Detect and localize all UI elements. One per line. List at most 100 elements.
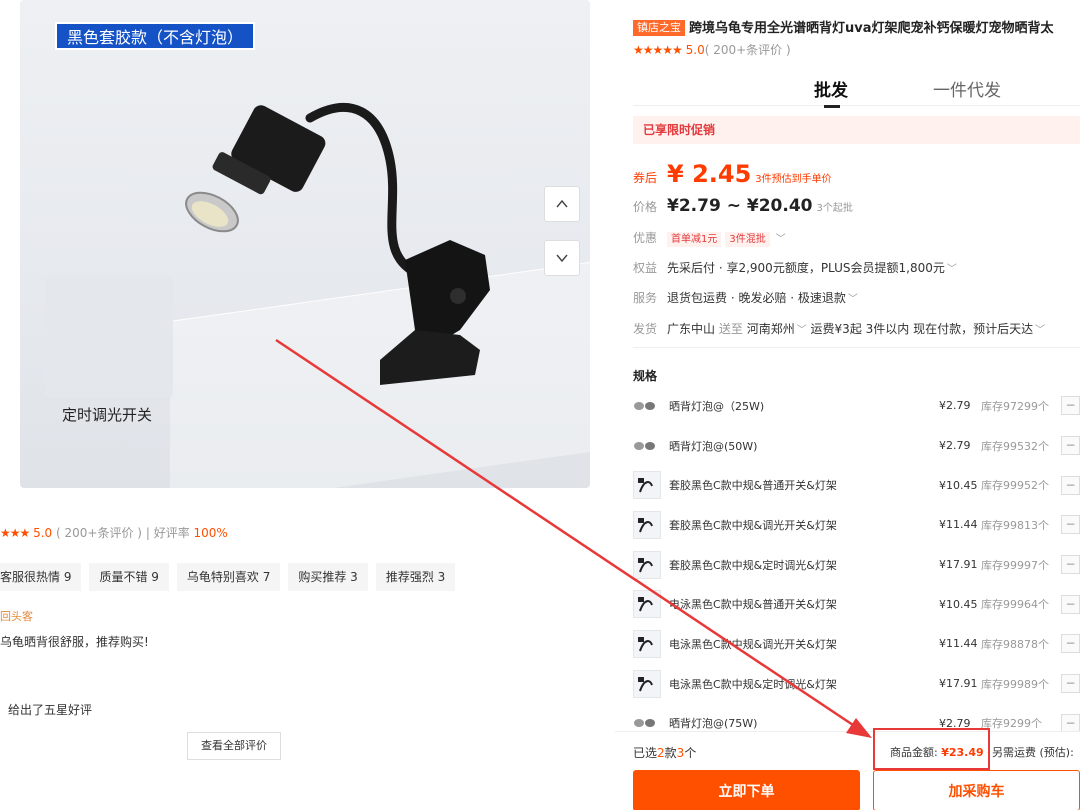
rating-score: 5.0 — [33, 526, 53, 540]
good-rate-value: 100% — [193, 526, 228, 540]
chevron-down-icon[interactable]: ﹀ — [797, 325, 807, 336]
total-amount: 商品金额: ¥23.49 — [890, 744, 984, 760]
product-rating: ★★★★★ 5.0( 200+条评价 ) — [633, 41, 791, 58]
quantity-decrease-button[interactable]: − — [1061, 436, 1080, 456]
image-scroll-up-button[interactable] — [544, 186, 580, 222]
review-rating-row: ★★★ 5.0 ( 200+条评价 ) | 好评率 100% — [0, 524, 228, 541]
spec-price: ¥11.44 — [939, 518, 978, 532]
bulb-icon — [633, 715, 657, 731]
quantity-decrease-button[interactable]: − — [1061, 634, 1080, 654]
chevron-down-icon[interactable]: ﹀ — [947, 264, 957, 275]
spec-row[interactable]: 晒背灯泡@(50W) ¥2.79 库存99532个 − — [633, 426, 1080, 466]
spec-stock: 库存99532个 — [981, 439, 1049, 453]
shipping-fee: 运费¥3起 — [810, 322, 862, 336]
coupon-price-label: 券后 — [633, 171, 658, 185]
review-tag[interactable]: 推荐强烈 3 — [375, 563, 456, 591]
spec-name: 电泳黑色C款中规&定时调光&灯架 — [669, 677, 837, 691]
tab-dropship[interactable]: 一件代发 — [933, 76, 1001, 101]
add-to-cart-button[interactable]: 加采购车 — [873, 770, 1080, 810]
chevron-down-icon[interactable]: ﹀ — [1035, 325, 1045, 336]
variant-badge: 黑色套胶款（不含灯泡） — [55, 22, 256, 50]
checkout-bar: 已选2款3个 商品金额: ¥23.49 另需运费 (预估): 立即下单 加采购车 — [615, 728, 1080, 810]
review-footer: 给出了五星好评 — [8, 703, 93, 717]
spec-price: ¥17.91 — [939, 558, 978, 572]
spec-stock: 库存99997个 — [981, 558, 1049, 572]
spec-row[interactable]: 电泳黑色C款中规&定时调光&灯架 ¥17.91 库存99989个 − — [633, 664, 1080, 704]
chevron-down-icon[interactable]: ﹀ — [848, 294, 858, 305]
rights-label: 权益 — [633, 261, 658, 275]
quantity-decrease-button[interactable]: − — [1061, 674, 1080, 694]
product-score: 5.0 — [685, 43, 705, 57]
ship-to-selector[interactable]: 河南郑州 — [747, 322, 795, 336]
review-tag[interactable]: 客服很热情 9 — [0, 563, 82, 591]
rating-stars: ★★★ — [0, 526, 30, 540]
quantity-decrease-button[interactable]: − — [1061, 396, 1080, 416]
switch-detail-inset — [45, 277, 173, 397]
spec-title: 规格 — [633, 369, 658, 383]
chevron-down-icon[interactable]: ﹀ — [776, 234, 786, 245]
service-text: 退货包运费 · 晚发必赔 · 极速退款 — [667, 291, 846, 305]
spec-name: 套胶黑色C款中规&普通开关&灯架 — [669, 479, 837, 493]
rating-count[interactable]: ( 200+条评价 ) — [56, 526, 142, 540]
lamp-icon — [633, 629, 661, 658]
spec-stock: 库存97299个 — [981, 399, 1049, 413]
quantity-decrease-button[interactable]: − — [1061, 475, 1080, 495]
quantity-decrease-button[interactable]: − — [1061, 515, 1080, 535]
spec-price: ¥2.79 — [939, 439, 971, 453]
lamp-icon — [633, 471, 661, 500]
quantity-decrease-button[interactable]: − — [1061, 713, 1080, 733]
spec-name: 晒背灯泡@(75W) — [669, 717, 758, 731]
lamp-icon — [633, 550, 661, 579]
selected-kinds: 2 — [657, 746, 665, 760]
product-page: 黑色套胶款（不含灯泡） 定时调光开关 ★★★ 5.0 ( 200+条评价 ) |… — [0, 0, 1080, 810]
spec-stock: 库存99952个 — [981, 479, 1049, 493]
product-review-count[interactable]: ( 200+条评价 ) — [705, 43, 791, 57]
selected-mid: 款 — [664, 746, 677, 760]
spec-row[interactable]: 套胶黑色C款中规&普通开关&灯架 ¥10.45 库存99952个 − — [633, 465, 1080, 505]
discount-row[interactable]: 优惠 首单减1元 3件混批 ﹀ — [633, 229, 786, 247]
promo-bar: 已享限时促销 — [633, 116, 1080, 144]
lamp-icon — [633, 669, 661, 698]
review-tag[interactable]: 购买推荐 3 — [288, 563, 368, 591]
review-text: 乌龟晒背很舒服，推荐购买! — [0, 635, 149, 649]
buy-now-button[interactable]: 立即下单 — [633, 770, 860, 810]
product-main-image[interactable]: 黑色套胶款（不含灯泡） 定时调光开关 — [20, 0, 590, 488]
service-row[interactable]: 服务 退货包运费 · 晚发必赔 · 极速退款 ﹀ — [633, 289, 858, 306]
spec-name: 晒背灯泡@(50W) — [669, 439, 758, 453]
total-value: ¥23.49 — [941, 746, 984, 759]
spec-price: ¥11.44 — [939, 637, 978, 651]
min-order-note: 3个起批 — [816, 203, 853, 214]
coupon-price-note: 3件预估到手单价 — [755, 174, 832, 185]
tab-wholesale[interactable]: 批发 — [814, 76, 848, 108]
spec-row[interactable]: 电泳黑色C款中规&普通开关&灯架 ¥10.45 库存99964个 − — [633, 584, 1080, 624]
spec-price: ¥10.45 — [939, 478, 978, 492]
view-all-reviews-button[interactable]: 查看全部评价 — [187, 732, 281, 760]
review-tags: 客服很热情 9 质量不错 9 乌龟特别喜欢 7 购买推荐 3 推荐强烈 3 — [0, 563, 456, 591]
review-tag[interactable]: 乌龟特别喜欢 7 — [176, 563, 281, 591]
product-stars: ★★★★★ — [633, 43, 683, 57]
spec-stock: 库存99813个 — [981, 518, 1049, 532]
image-scroll-down-button[interactable] — [544, 240, 580, 276]
extra-shipping-note: 另需运费 (预估): — [992, 746, 1074, 759]
rights-text: 先采后付 · 享2,900元额度，PLUS会员提额1,800元 — [667, 261, 945, 275]
review-tag[interactable]: 质量不错 9 — [89, 563, 169, 591]
price-range: ¥2.79 ~ ¥20.40 — [667, 196, 813, 216]
spec-name: 晒背灯泡@（25W) — [669, 399, 765, 413]
spec-row[interactable]: 套胶黑色C款中规&调光开关&灯架 ¥11.44 库存99813个 − — [633, 505, 1080, 545]
good-rate-label: 好评率 — [153, 526, 190, 540]
total-label: 商品金额: — [890, 746, 938, 759]
spec-name: 套胶黑色C款中规&调光开关&灯架 — [669, 518, 837, 532]
bulb-icon — [633, 438, 657, 454]
spec-row[interactable]: 晒背灯泡@（25W) ¥2.79 库存97299个 − — [633, 386, 1080, 426]
coupon-price: ¥ 2.45 — [667, 160, 752, 188]
quantity-decrease-button[interactable]: − — [1061, 594, 1080, 614]
rights-row[interactable]: 权益 先采后付 · 享2,900元额度，PLUS会员提额1,800元 ﹀ — [633, 259, 957, 276]
reviewer-badge: 回头客 — [0, 610, 33, 623]
quantity-decrease-button[interactable]: − — [1061, 555, 1080, 575]
spec-row[interactable]: 套胶黑色C款中规&定时调光&灯架 ¥17.91 库存99997个 − — [633, 545, 1080, 585]
price-range-row: 价格 ¥2.79 ~ ¥20.40 3个起批 — [633, 196, 853, 216]
purchase-mode-tabs: 批发 一件代发 — [633, 76, 1080, 108]
spec-stock: 库存9299个 — [981, 717, 1042, 731]
spec-row[interactable]: 电泳黑色C款中规&调光开关&灯架 ¥11.44 库存98878个 − — [633, 624, 1080, 664]
shop-badge: 镇店之宝 — [633, 20, 685, 36]
